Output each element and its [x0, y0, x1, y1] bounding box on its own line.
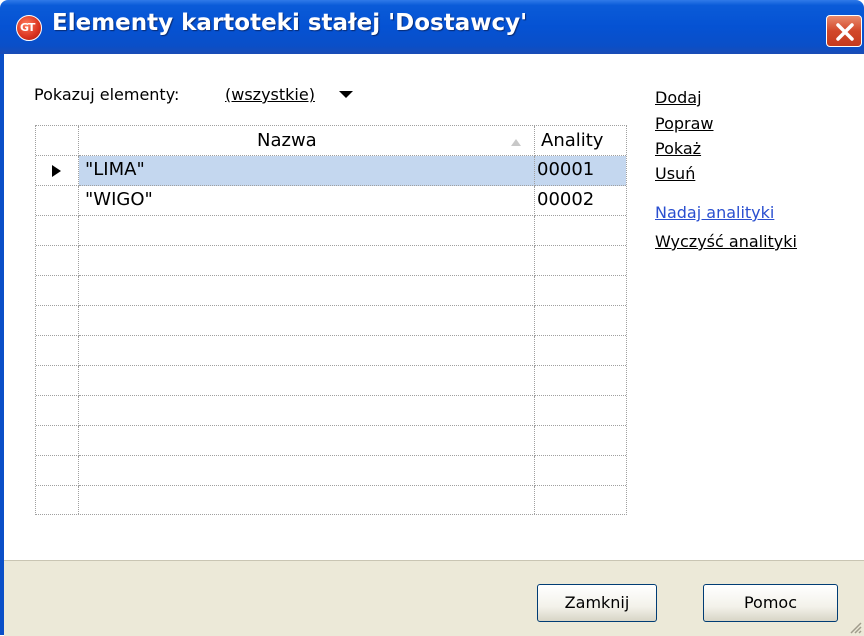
cell-analytics[interactable] — [535, 246, 626, 276]
cell-name[interactable] — [79, 486, 535, 514]
sort-ascending-icon — [511, 139, 521, 146]
app-logo-icon: GT — [16, 15, 42, 41]
close-button[interactable]: Zamknij — [537, 584, 657, 622]
show-button[interactable]: Pokaż — [655, 139, 701, 158]
row-indicator — [36, 486, 79, 514]
cell-name[interactable] — [79, 306, 535, 336]
row-indicator — [36, 306, 79, 336]
row-indicator — [36, 396, 79, 426]
empty-table-row[interactable] — [36, 216, 626, 246]
cell-analytics[interactable] — [535, 276, 626, 306]
cell-analytics[interactable]: 00002 — [535, 186, 626, 216]
empty-table-row[interactable] — [36, 366, 626, 396]
filter-dropdown[interactable]: (wszystkie) — [225, 85, 315, 104]
empty-table-row[interactable] — [36, 486, 626, 514]
cell-analytics[interactable] — [535, 366, 626, 396]
empty-table-row[interactable] — [36, 396, 626, 426]
empty-table-row[interactable] — [36, 336, 626, 366]
table-row[interactable]: "LIMA" 00001 — [36, 156, 626, 186]
cell-name[interactable] — [79, 426, 535, 456]
assign-analytics-link[interactable]: Nadaj analityki — [655, 203, 774, 222]
cell-analytics[interactable] — [535, 336, 626, 366]
empty-table-row[interactable] — [36, 456, 626, 486]
row-indicator — [36, 336, 79, 366]
empty-table-row[interactable] — [36, 276, 626, 306]
cell-name[interactable] — [79, 456, 535, 486]
filter-label: Pokazuj elementy: — [34, 85, 180, 104]
column-header-name[interactable]: Nazwa — [79, 126, 535, 156]
cell-analytics[interactable]: 00001 — [535, 156, 626, 186]
add-button[interactable]: Dodaj — [655, 88, 702, 107]
empty-table-row[interactable] — [36, 306, 626, 336]
cell-analytics[interactable] — [535, 426, 626, 456]
row-indicator — [36, 156, 79, 186]
clear-analytics-link[interactable]: Wyczyść analityki — [655, 232, 797, 251]
row-indicator — [36, 456, 79, 486]
cell-name[interactable] — [79, 276, 535, 306]
resize-grip-icon[interactable] — [848, 620, 862, 634]
cell-name[interactable] — [79, 246, 535, 276]
cell-analytics[interactable] — [535, 456, 626, 486]
empty-table-row[interactable] — [36, 246, 626, 276]
row-indicator — [36, 426, 79, 456]
grid-indicator-header — [36, 126, 79, 156]
cell-name[interactable]: "LIMA" — [79, 156, 535, 186]
cell-analytics[interactable] — [535, 216, 626, 246]
column-header-analytics-label: Anality — [541, 130, 604, 151]
table-row[interactable]: "WIGO" 00002 — [36, 186, 626, 216]
cell-name[interactable]: "WIGO" — [79, 186, 535, 216]
close-icon — [836, 23, 854, 41]
column-header-name-label: Nazwa — [257, 130, 317, 151]
row-indicator — [36, 276, 79, 306]
edit-button[interactable]: Popraw — [655, 114, 714, 133]
cell-name[interactable] — [79, 396, 535, 426]
cell-analytics[interactable] — [535, 396, 626, 426]
cell-name[interactable] — [79, 366, 535, 396]
help-button[interactable]: Pomoc — [703, 584, 838, 622]
cell-analytics[interactable] — [535, 306, 626, 336]
dropdown-arrow-icon[interactable] — [339, 91, 353, 98]
row-indicator — [36, 366, 79, 396]
empty-table-row[interactable] — [36, 426, 626, 456]
row-indicator — [36, 246, 79, 276]
cell-name[interactable] — [79, 336, 535, 366]
column-header-analytics[interactable]: Anality — [535, 126, 626, 156]
title-bar[interactable]: GT Elementy kartoteki stałej 'Dostawcy' — [0, 0, 864, 54]
window-title: Elementy kartoteki stałej 'Dostawcy' — [52, 10, 528, 36]
row-indicator — [36, 186, 79, 216]
row-indicator — [36, 216, 79, 246]
current-row-pointer-icon — [52, 165, 61, 177]
delete-button[interactable]: Usuń — [655, 164, 695, 183]
elements-grid[interactable]: Nazwa Anality "LIMA" 00001 "WIGO" 00002 — [35, 125, 627, 515]
cell-name[interactable] — [79, 216, 535, 246]
close-window-button[interactable] — [826, 15, 862, 47]
cell-analytics[interactable] — [535, 486, 626, 514]
